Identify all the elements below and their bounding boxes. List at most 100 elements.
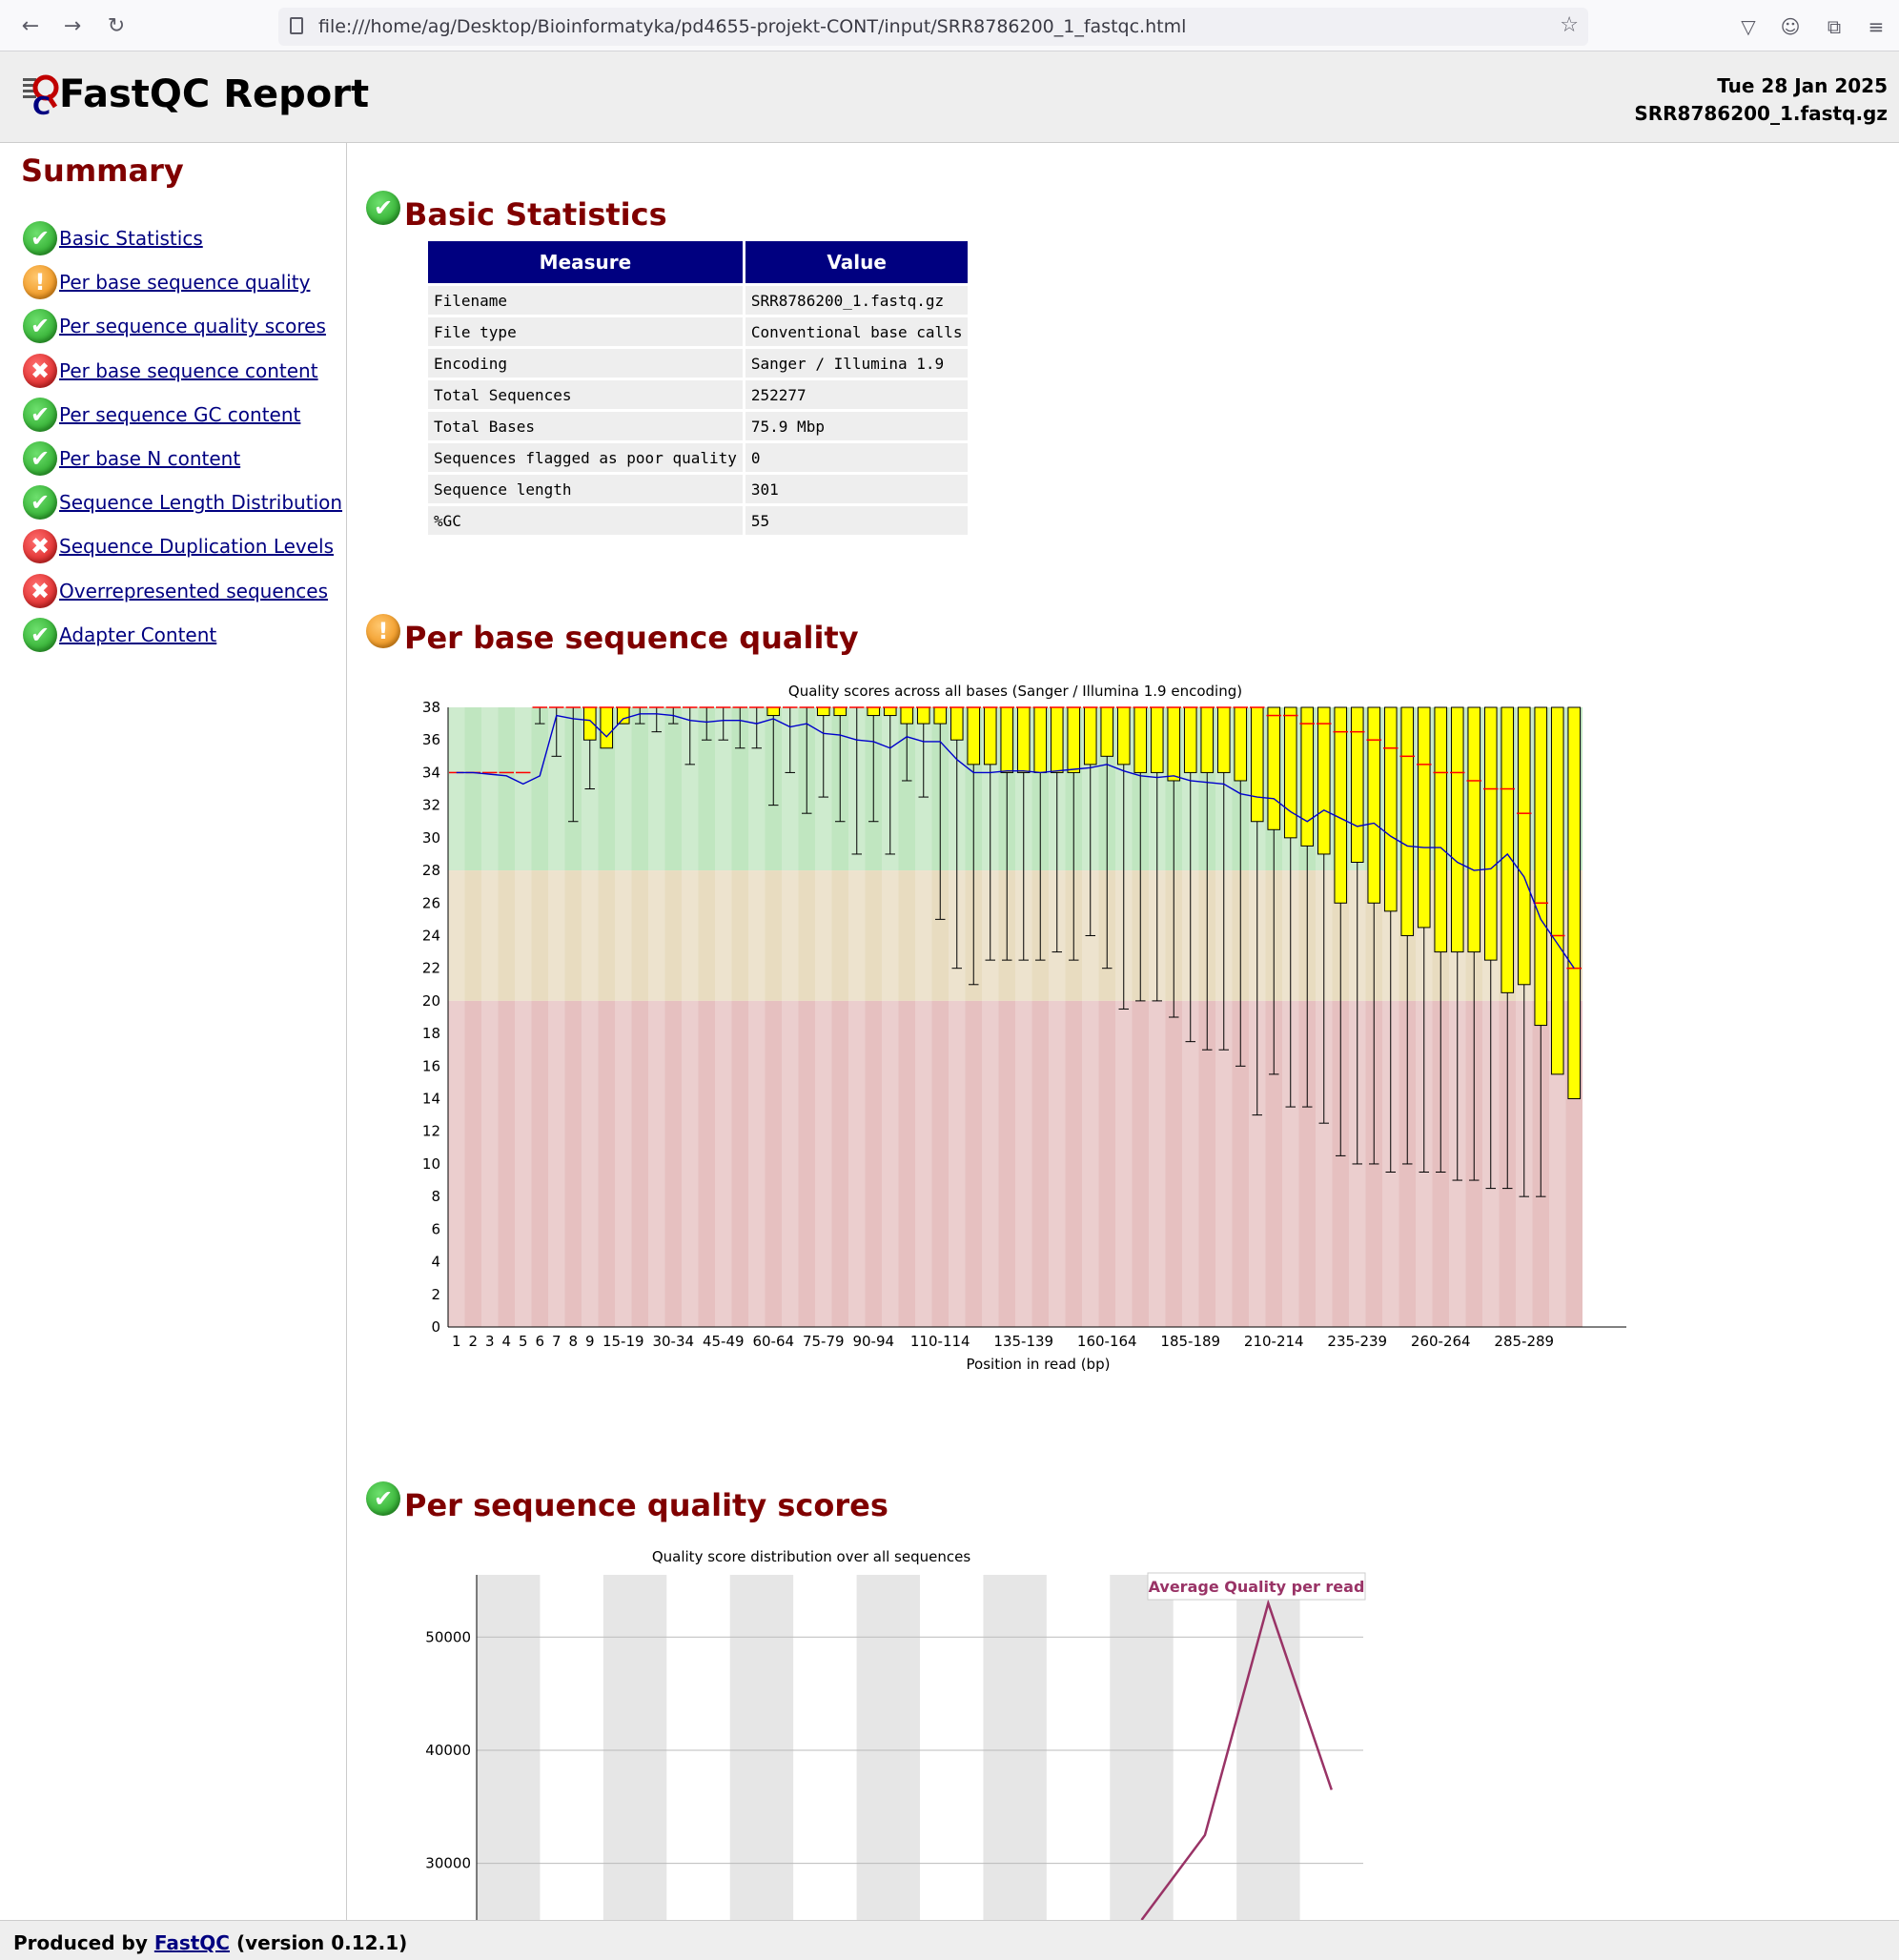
summary-link[interactable]: Per base sequence quality [59, 271, 310, 294]
column-stripe [481, 707, 499, 1327]
report-title: FastQC Report [59, 72, 370, 116]
quality-box [1300, 706, 1315, 847]
extensions-icon[interactable]: ⧉ [1821, 13, 1848, 40]
column-stripe [602, 1575, 667, 1920]
y-tick-label: 40000 [425, 1742, 471, 1759]
y-tick-label: 10 [422, 1155, 440, 1173]
warning-icon: ! [366, 614, 400, 648]
column-stripe [648, 707, 665, 1327]
pocket-icon[interactable]: ▽ [1735, 13, 1762, 40]
y-tick-label: 20 [422, 992, 440, 1010]
value-cell: Sanger / Illumina 1.9 [745, 349, 969, 378]
per-base-quality-heading: Per base sequence quality [404, 620, 859, 656]
forward-icon[interactable]: → [59, 13, 86, 40]
x-tick-label: 4 [501, 1333, 511, 1350]
column-stripe [915, 707, 932, 1327]
report-date: Tue 28 Jan 2025 [1717, 74, 1888, 97]
summary-link[interactable]: Basic Statistics [59, 227, 203, 250]
y-tick-label: 36 [422, 731, 440, 748]
per-sequence-quality-chart: 30000 40000 50000 Average Quality per read Q… [425, 1548, 1366, 1920]
x-tick-label: 45-49 [703, 1333, 745, 1350]
summary-link[interactable]: Sequence Duplication Levels [59, 535, 334, 558]
y-tick-label: 32 [422, 797, 440, 814]
chart-title: Quality score distribution over all sequ… [652, 1548, 970, 1565]
y-tick-label: 0 [431, 1318, 440, 1336]
url-bar[interactable]: file:///home/ag/Desktop/Bioinformatyka/p… [278, 8, 1588, 46]
value-cell: 55 [745, 506, 969, 535]
x-tick-label: 260-264 [1411, 1333, 1471, 1350]
summary-link[interactable]: Per sequence GC content [59, 403, 300, 426]
back-icon[interactable]: ← [17, 13, 44, 40]
quality-box [1116, 706, 1131, 766]
pass-icon: ✔ [23, 485, 57, 521]
chart-title: Quality scores across all bases (Sanger … [788, 683, 1242, 700]
report-meta: Tue 28 Jan 2025 SRR8786200_1.fastq.gz [1634, 72, 1888, 128]
quality-box [916, 706, 930, 725]
x-tick-label: 185-189 [1160, 1333, 1220, 1350]
fail-icon: ✖ [23, 573, 57, 608]
footer-produced-by: Produced by [13, 1931, 154, 1954]
summary-link[interactable]: Adapter Content [59, 623, 216, 646]
y-tick-label: 4 [431, 1254, 440, 1271]
quality-box [1417, 706, 1431, 929]
pass-icon: ✔ [366, 191, 400, 225]
y-tick-label: 34 [422, 764, 440, 781]
column-header-measure: Measure [428, 241, 743, 283]
summary-link[interactable]: Sequence Length Distribution [59, 491, 342, 514]
quality-box [1050, 706, 1064, 773]
column-stripe [748, 707, 766, 1327]
table-row: Filename SRR8786200_1.fastq.gz [428, 286, 969, 315]
quality-box [1167, 706, 1181, 782]
value-cell: 75.9 Mbp [745, 412, 969, 440]
measure-cell: Encoding [428, 349, 743, 378]
quality-box [1000, 706, 1014, 773]
pass-icon: ✔ [23, 441, 57, 476]
summary-link[interactable]: Per base sequence content [59, 359, 318, 382]
menu-icon[interactable]: ≡ [1863, 13, 1889, 40]
quality-box [1434, 706, 1448, 953]
column-stripe [815, 707, 832, 1327]
table-row: %GC 55 [428, 506, 969, 535]
x-tick-label: 210-214 [1244, 1333, 1304, 1350]
bookmark-star-icon[interactable]: ☆ [1560, 13, 1579, 37]
summary-link[interactable]: Per base N content [59, 447, 240, 470]
fail-icon: ✖ [23, 353, 57, 388]
table-row: Encoding Sanger / Illumina 1.9 [428, 349, 969, 378]
x-tick-label: 90-94 [852, 1333, 894, 1350]
quality-box [1567, 706, 1582, 1100]
y-tick-label: 30000 [425, 1855, 471, 1872]
fastqc-link[interactable]: FastQC [154, 1931, 230, 1954]
quality-box [616, 706, 630, 725]
quality-box [1550, 706, 1564, 1075]
reload-icon[interactable]: ↻ [103, 13, 130, 40]
y-tick-label: 30 [422, 829, 440, 847]
x-tick-label: 8 [568, 1333, 578, 1350]
x-tick-label: 9 [585, 1333, 595, 1350]
table-row: Total Bases 75.9 Mbp [428, 412, 969, 440]
y-tick-label: 14 [422, 1091, 440, 1108]
page-icon [290, 17, 303, 34]
pass-icon: ✔ [23, 397, 57, 432]
x-tick-label: 5 [519, 1333, 528, 1350]
quality-box [983, 706, 997, 766]
quality-box [1367, 706, 1381, 904]
value-cell: SRR8786200_1.fastq.gz [745, 286, 969, 315]
url-text[interactable]: file:///home/ag/Desktop/Bioinformatyka/p… [318, 16, 1186, 37]
account-icon[interactable]: ☺ [1777, 13, 1804, 40]
value-cell: Conventional base calls [745, 317, 969, 346]
quality-box [1133, 706, 1148, 773]
x-tick-label: 7 [552, 1333, 562, 1350]
x-tick-label: 30-34 [652, 1333, 694, 1350]
summary-link[interactable]: Overrepresented sequences [59, 580, 328, 602]
fastqc-logo-icon: C [23, 74, 59, 118]
basic-statistics-table: Measure Value Filename SRR8786200_1.fastq… [425, 238, 970, 538]
quality-box [1501, 706, 1515, 993]
quality-box [766, 706, 781, 717]
summary-link[interactable]: Per sequence quality scores [59, 315, 326, 337]
quality-box [1267, 706, 1281, 830]
y-tick-label: 38 [422, 699, 440, 716]
x-tick-label: 6 [535, 1333, 544, 1350]
quality-box [1467, 706, 1481, 953]
report-footer: Produced by FastQC (version 0.12.1) [0, 1920, 1899, 1960]
quality-box [1317, 706, 1331, 855]
